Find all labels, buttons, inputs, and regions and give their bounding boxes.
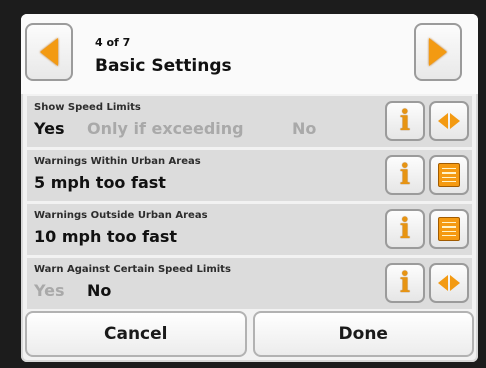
setting-value: 5 mph too fast xyxy=(34,173,166,192)
toggle-button[interactable] xyxy=(429,263,469,303)
info-icon: i xyxy=(399,104,411,137)
header: 4 of 7 Basic Settings xyxy=(21,14,478,94)
setting-warnings-urban: Warnings Within Urban Areas 5 mph too fa… xyxy=(27,148,472,201)
setting-label: Warnings Outside Urban Areas xyxy=(34,210,208,221)
info-button[interactable]: i xyxy=(385,101,425,141)
setting-show-speed-limits: Show Speed Limits Yes Only if exceeding … xyxy=(27,94,472,147)
list-button[interactable] xyxy=(429,209,469,249)
info-button[interactable]: i xyxy=(385,155,425,195)
option-no[interactable]: No xyxy=(292,119,316,138)
arrow-left-icon xyxy=(40,38,58,66)
done-button[interactable]: Done xyxy=(252,311,474,357)
setting-label: Show Speed Limits xyxy=(34,102,141,113)
info-icon: i xyxy=(399,158,411,191)
settings-panel: 4 of 7 Basic Settings Show Speed Limits … xyxy=(21,14,478,362)
info-button[interactable]: i xyxy=(385,263,425,303)
setting-label: Warn Against Certain Speed Limits xyxy=(34,264,231,275)
toggle-icon xyxy=(438,113,460,129)
list-button[interactable] xyxy=(429,155,469,195)
option-yes[interactable]: Yes xyxy=(34,281,65,300)
info-button[interactable]: i xyxy=(385,209,425,249)
info-icon: i xyxy=(399,266,411,299)
setting-warnings-outside-urban: Warnings Outside Urban Areas 10 mph too … xyxy=(27,202,472,255)
footer: Cancel Done xyxy=(25,311,474,357)
list-icon xyxy=(438,217,460,241)
option-no[interactable]: No xyxy=(87,281,111,300)
setting-warn-speed-limits: Warn Against Certain Speed Limits Yes No… xyxy=(27,256,472,309)
option-yes[interactable]: Yes xyxy=(34,119,65,138)
info-icon: i xyxy=(399,212,411,245)
list-icon xyxy=(438,163,460,187)
setting-label: Warnings Within Urban Areas xyxy=(34,156,201,167)
next-page-button[interactable] xyxy=(414,23,462,81)
option-only-if-exceeding[interactable]: Only if exceeding xyxy=(87,119,244,138)
setting-value: 10 mph too fast xyxy=(34,227,178,246)
device-frame: 4 of 7 Basic Settings Show Speed Limits … xyxy=(0,0,486,368)
page-counter: 4 of 7 xyxy=(95,36,131,49)
page-title: Basic Settings xyxy=(95,56,232,76)
toggle-icon xyxy=(438,275,460,291)
arrow-right-icon xyxy=(429,38,447,66)
previous-page-button[interactable] xyxy=(25,23,73,81)
toggle-button[interactable] xyxy=(429,101,469,141)
cancel-button[interactable]: Cancel xyxy=(25,311,247,357)
